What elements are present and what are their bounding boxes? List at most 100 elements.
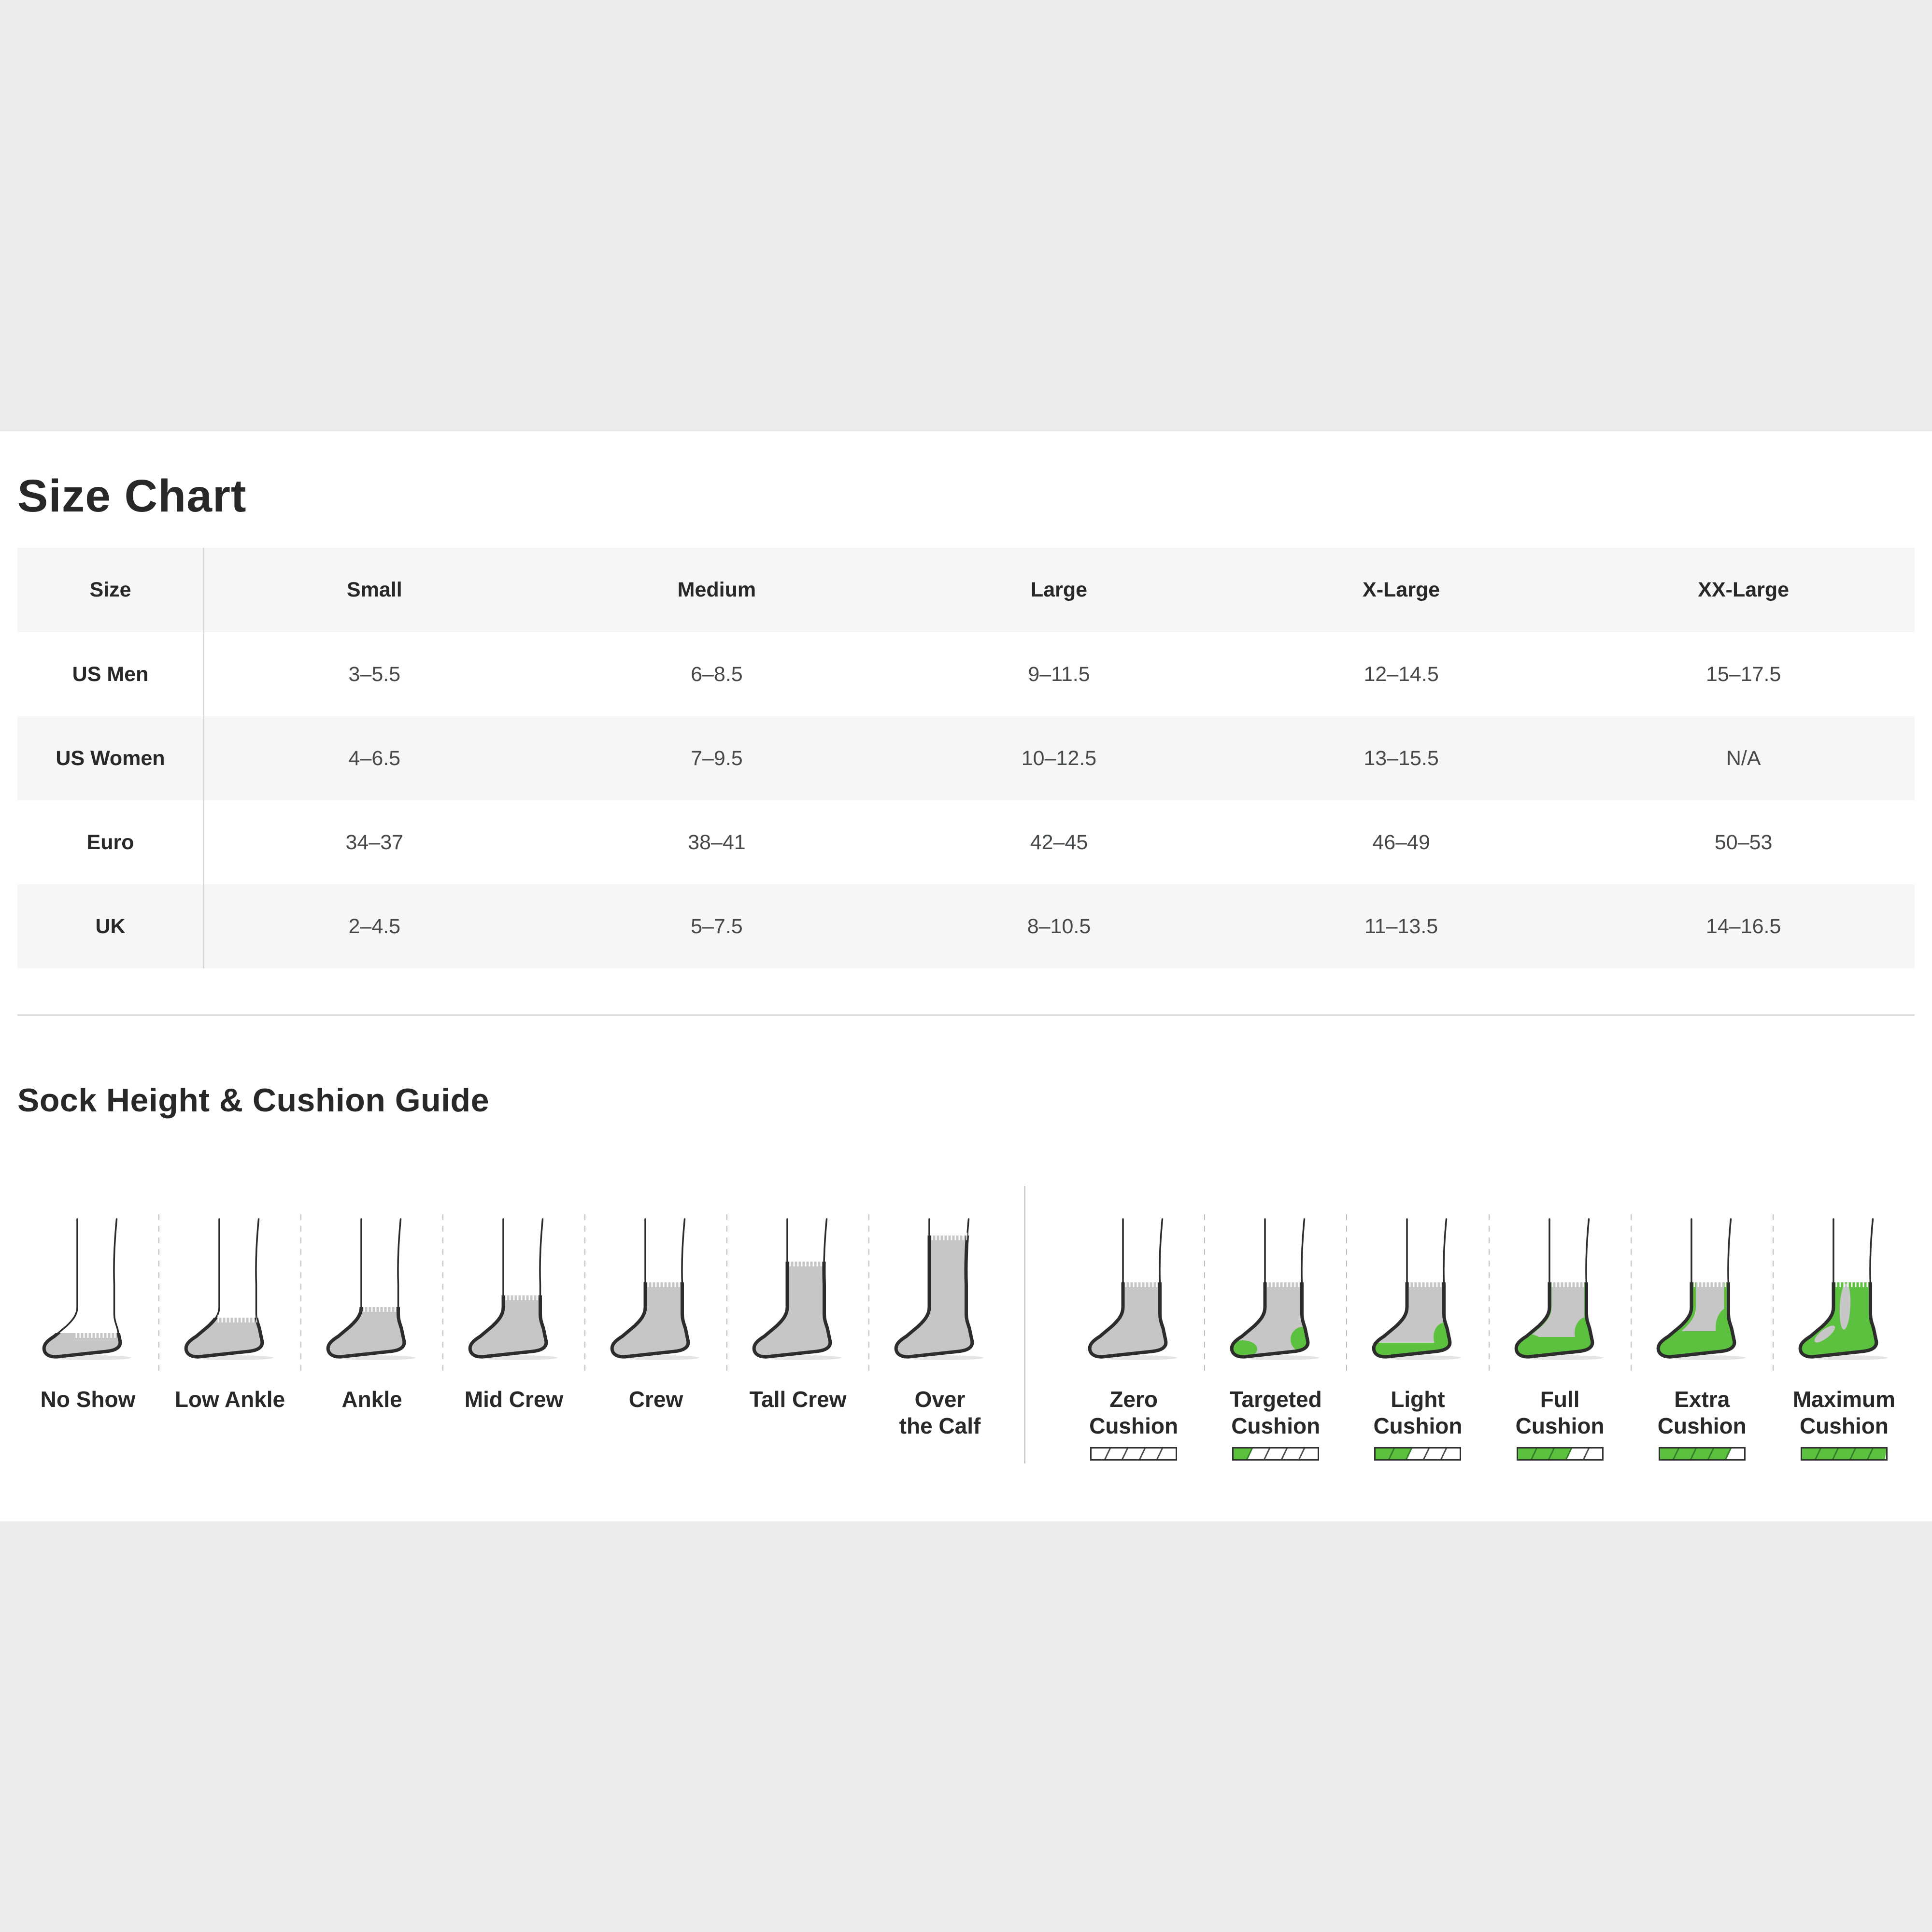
table-cell: 7–9.5 [546, 716, 888, 800]
table-cell: 15–17.5 [1572, 632, 1915, 716]
table-header-row: SizeSmallMediumLargeX-LargeXX-Large [17, 548, 1915, 632]
top-background-band [0, 0, 1932, 431]
cushion-group: ZeroCushion TargetedCushion LightCushion… [1063, 1212, 1915, 1461]
sock-height-label: Tall Crew [749, 1386, 846, 1413]
label-line: Cushion [1516, 1413, 1605, 1439]
label-line: Cushion [1089, 1413, 1178, 1439]
label-line: Tall Crew [749, 1386, 846, 1413]
cushion-item: LightCushion [1347, 1212, 1488, 1461]
table-cell: 42–45 [888, 800, 1230, 884]
sock-icon-crew [608, 1212, 704, 1362]
label-line: Zero [1089, 1386, 1178, 1413]
table-row-label: Euro [17, 800, 203, 884]
label-line: Maximum [1793, 1386, 1895, 1413]
sock-icon-full [1512, 1212, 1608, 1362]
sock-height-item: Low Ankle [159, 1212, 300, 1413]
sock-icon-light [1369, 1212, 1466, 1362]
sock-height-item: No Show [17, 1212, 158, 1413]
cushion-item: MaximumCushion [1774, 1212, 1915, 1461]
label-line: Cushion [1373, 1413, 1462, 1439]
table-row: Euro34–3738–4142–4546–4950–53 [17, 800, 1915, 884]
sock-height-label: Ankle [341, 1386, 402, 1413]
sock-height-label: Low Ankle [175, 1386, 285, 1413]
size-table: SizeSmallMediumLargeX-LargeXX-LargeUS Me… [17, 548, 1915, 968]
label-line: Mid Crew [465, 1386, 563, 1413]
sock-icon-extra [1654, 1212, 1750, 1362]
table-cell: 6–8.5 [546, 632, 888, 716]
label-line: No Show [41, 1386, 136, 1413]
page-content: Size Chart SizeSmallMediumLargeX-LargeXX… [0, 431, 1932, 1521]
table-header-cell: Medium [546, 548, 888, 632]
table-cell: 5–7.5 [546, 884, 888, 968]
label-line: Full [1516, 1386, 1605, 1413]
label-line: Cushion [1793, 1413, 1895, 1439]
table-cell: 2–4.5 [203, 884, 546, 968]
label-line: Targeted [1230, 1386, 1322, 1413]
table-row-label: US Women [17, 716, 203, 800]
cushion-level-meter [1659, 1447, 1746, 1461]
table-cell: N/A [1572, 716, 1915, 800]
height-cushion-divider [1024, 1186, 1025, 1463]
cushion-level-meter [1374, 1447, 1461, 1461]
cushion-label: ExtraCushion [1658, 1386, 1747, 1439]
label-line: Cushion [1658, 1413, 1747, 1439]
label-line: Crew [629, 1386, 683, 1413]
sock-icon-no-show [40, 1212, 136, 1362]
cushion-item: ZeroCushion [1063, 1212, 1204, 1461]
label-line: Cushion [1230, 1413, 1322, 1439]
table-header-cell: Size [17, 548, 203, 632]
cushion-label: FullCushion [1516, 1386, 1605, 1439]
sock-height-item: Overthe Calf [869, 1212, 1010, 1439]
sock-height-label: Crew [629, 1386, 683, 1413]
table-cell: 14–16.5 [1572, 884, 1915, 968]
size-chart-title: Size Chart [17, 470, 247, 523]
table-row-label: US Men [17, 632, 203, 716]
sock-icon-over-the-calf [892, 1212, 988, 1362]
label-line: Extra [1658, 1386, 1747, 1413]
cushion-level-meter [1090, 1447, 1177, 1461]
sock-height-item: Ankle [301, 1212, 442, 1413]
table-cell: 38–41 [546, 800, 888, 884]
label-line: Over [899, 1386, 981, 1413]
sock-height-item: Tall Crew [727, 1212, 868, 1413]
sock-icon-targeted [1227, 1212, 1324, 1362]
sock-height-group: No Show Low Ankle Ankle Mid Crew [17, 1212, 1010, 1439]
bottom-background-band [0, 1521, 1932, 1932]
sock-height-item: Crew [585, 1212, 726, 1413]
cushion-level-meter [1517, 1447, 1604, 1461]
table-cell: 34–37 [203, 800, 546, 884]
table-row: US Men3–5.56–8.59–11.512–14.515–17.5 [17, 632, 1915, 716]
table-cell: 8–10.5 [888, 884, 1230, 968]
table-row: UK2–4.55–7.58–10.511–13.514–16.5 [17, 884, 1915, 968]
sock-icon-ankle [324, 1212, 420, 1362]
sock-height-label: No Show [41, 1386, 136, 1413]
sock-icon-zero [1085, 1212, 1182, 1362]
label-line: the Calf [899, 1413, 981, 1439]
sock-icon-maximum [1796, 1212, 1892, 1362]
table-cell: 10–12.5 [888, 716, 1230, 800]
cushion-label: LightCushion [1373, 1386, 1462, 1439]
sock-icon-low-ankle [182, 1212, 278, 1362]
table-cell: 3–5.5 [203, 632, 546, 716]
cushion-item: ExtraCushion [1632, 1212, 1773, 1461]
table-cell: 11–13.5 [1230, 884, 1573, 968]
label-line: Low Ankle [175, 1386, 285, 1413]
table-cell: 13–15.5 [1230, 716, 1573, 800]
table-row-label: UK [17, 884, 203, 968]
table-header-cell: X-Large [1230, 548, 1573, 632]
sock-height-item: Mid Crew [443, 1212, 584, 1413]
sock-height-label: Mid Crew [465, 1386, 563, 1413]
table-cell: 4–6.5 [203, 716, 546, 800]
cushion-level-meter [1232, 1447, 1319, 1461]
label-line: Light [1373, 1386, 1462, 1413]
sock-icon-mid-crew [466, 1212, 562, 1362]
table-cell: 50–53 [1572, 800, 1915, 884]
table-header-cell: Small [203, 548, 546, 632]
table-row: US Women4–6.57–9.510–12.513–15.5N/A [17, 716, 1915, 800]
sock-icon-tall-crew [750, 1212, 846, 1362]
sock-guide: No Show Low Ankle Ankle Mid Crew [17, 1212, 1915, 1463]
guide-title: Sock Height & Cushion Guide [17, 1081, 489, 1119]
table-header-cell: Large [888, 548, 1230, 632]
cushion-label: ZeroCushion [1089, 1386, 1178, 1439]
table-column-divider [203, 548, 204, 968]
